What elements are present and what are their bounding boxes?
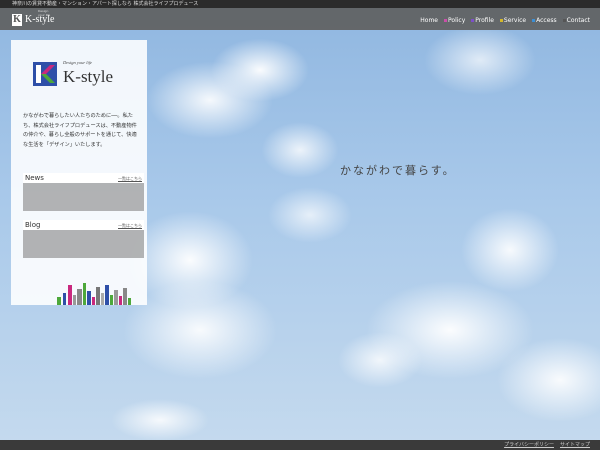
footer-bar: プライバシーポリシー サイトマップ (0, 440, 600, 450)
square-bullet-icon (499, 19, 503, 22)
sitemap-link[interactable]: サイトマップ (560, 440, 590, 450)
nav-home[interactable]: Home (420, 17, 438, 24)
logo-k-mark-icon: K (12, 13, 22, 26)
nav-service-label: Service (503, 17, 527, 24)
nav-profile-label: Profile (475, 17, 494, 24)
square-bullet-icon (444, 19, 447, 22)
header-logo[interactable]: K K-style Design your life (12, 9, 54, 27)
nav-contact-label: Contact (566, 17, 590, 24)
nav-access-label: Access (536, 17, 557, 24)
square-bullet-icon (532, 19, 536, 22)
blog-title: Blog (25, 221, 41, 229)
nav-home-label: Home (420, 17, 438, 24)
news-box: News 一覧はこちら (23, 173, 144, 211)
nav-profile[interactable]: Profile (471, 17, 494, 24)
news-header: News 一覧はこちら (23, 173, 144, 183)
panel-logo[interactable]: Design your life K-style (33, 60, 133, 90)
news-title: News (25, 174, 44, 182)
news-more-link[interactable]: 一覧はこちら (118, 176, 142, 182)
footer-links: プライバシーポリシー サイトマップ (504, 440, 590, 450)
blog-list (23, 230, 144, 234)
k-logo-icon (33, 62, 57, 86)
news-list (23, 183, 144, 187)
nav-policy-label: Policy (448, 17, 466, 24)
square-bullet-icon (471, 19, 475, 22)
intro-text: かながわで暮らしたい人たちのために──。私たち、株式会社ライフプロデュースは、不… (23, 113, 137, 148)
blog-more-link[interactable]: 一覧はこちら (118, 223, 142, 229)
header-bar: K K-style Design your life Home Policy P… (0, 8, 600, 30)
square-bullet-icon (562, 19, 566, 22)
top-info-bar: 神奈川の賃貸不動産・マンション・アパート探しなら 株式会社ライフプロデュース (0, 0, 600, 8)
panel-brand: K-style (63, 67, 114, 86)
privacy-policy-link[interactable]: プライバシーポリシー (504, 440, 554, 450)
nav-policy[interactable]: Policy (444, 17, 465, 24)
panel-tagline: Design your life (63, 60, 92, 65)
blog-header: Blog 一覧はこちら (23, 220, 144, 230)
main-nav: Home Policy Profile Service Access Conta… (420, 17, 590, 24)
city-skyline-icon (57, 283, 131, 305)
blog-box: Blog 一覧はこちら (23, 220, 144, 258)
nav-access[interactable]: Access (532, 17, 557, 24)
catch-copy: かながわで暮らす。 (340, 164, 456, 177)
nav-service[interactable]: Service (499, 17, 527, 24)
logo-tagline: Design your life (38, 9, 51, 17)
nav-contact[interactable]: Contact (562, 17, 590, 24)
top-info-text: 神奈川の賃貸不動産・マンション・アパート探しなら 株式会社ライフプロデュース (12, 1, 199, 7)
